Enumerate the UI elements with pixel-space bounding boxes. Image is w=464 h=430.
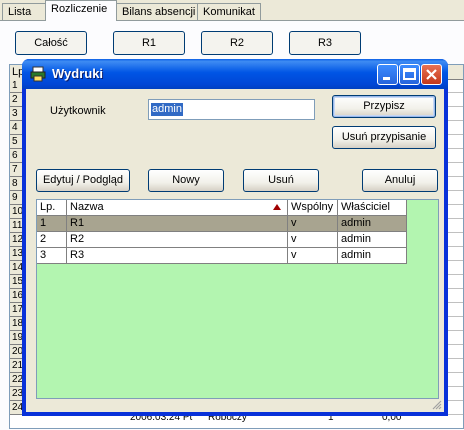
cancel-button[interactable]: Anuluj (362, 169, 438, 192)
row-wlasciciel: admin (338, 248, 407, 264)
assign-button[interactable]: Przypisz (332, 95, 436, 118)
r2-button[interactable]: R2 (201, 31, 273, 55)
r1-button[interactable]: R1 (113, 31, 185, 55)
minimize-icon (383, 77, 390, 80)
edit-preview-button[interactable]: Edytuj / Podgląd (36, 169, 130, 192)
delete-button[interactable]: Usuń (243, 169, 319, 192)
row-lp: 1 (37, 216, 67, 232)
dialog-title: Wydruki (52, 66, 104, 81)
row-wspolny: v (288, 248, 338, 264)
maximize-icon (403, 68, 416, 80)
dialog-titlebar[interactable]: Wydruki (22, 59, 448, 89)
row-wspolny: v (288, 232, 338, 248)
column-header-wlasciciel[interactable]: Właściciel (338, 200, 407, 216)
unassign-button[interactable]: Usuń przypisanie (332, 126, 436, 149)
row-nazwa: R2 (67, 232, 288, 248)
user-label: Użytkownik (50, 105, 106, 117)
r3-button[interactable]: R3 (289, 31, 361, 55)
row-wlasciciel: admin (338, 232, 407, 248)
reports-list[interactable]: Lp. Nazwa Wspólny Właściciel 1 R1 v admi… (36, 199, 439, 399)
resize-grip-icon[interactable] (431, 399, 442, 410)
tab-komunikat[interactable]: Komunikat (197, 3, 261, 20)
column-header-nazwa[interactable]: Nazwa (67, 200, 288, 216)
row-wlasciciel: admin (338, 216, 407, 232)
printer-icon (30, 66, 46, 82)
user-field-value: admin (151, 103, 183, 116)
tab-strip: Lista Rozliczenie Bilans absencji Komuni… (0, 0, 464, 21)
row-nazwa: R1 (67, 216, 288, 232)
new-button[interactable]: Nowy (148, 169, 224, 192)
column-header-lp[interactable]: Lp. (37, 200, 67, 216)
user-field[interactable]: admin (148, 99, 315, 120)
all-button[interactable]: Całość (15, 31, 87, 55)
dialog-client-area: Użytkownik admin Przypisz Usuń przypisan… (26, 89, 444, 412)
wydruki-dialog: Wydruki Użytkownik admin Przypisz Usuń p… (22, 59, 448, 416)
row-lp: 3 (37, 248, 67, 264)
close-icon (426, 69, 437, 80)
minimize-button[interactable] (377, 64, 398, 85)
column-header-wspolny[interactable]: Wspólny (288, 200, 338, 216)
tab-lista[interactable]: Lista (2, 3, 46, 20)
tab-bilans-absencji[interactable]: Bilans absencji (116, 3, 198, 20)
sort-ascending-icon (273, 204, 281, 210)
row-nazwa: R3 (67, 248, 288, 264)
close-button[interactable] (421, 64, 442, 85)
column-header-nazwa-label: Nazwa (70, 201, 104, 213)
tab-rozliczenie[interactable]: Rozliczenie (45, 0, 117, 21)
row-wspolny: v (288, 216, 338, 232)
maximize-button[interactable] (399, 64, 420, 85)
row-lp: 2 (37, 232, 67, 248)
